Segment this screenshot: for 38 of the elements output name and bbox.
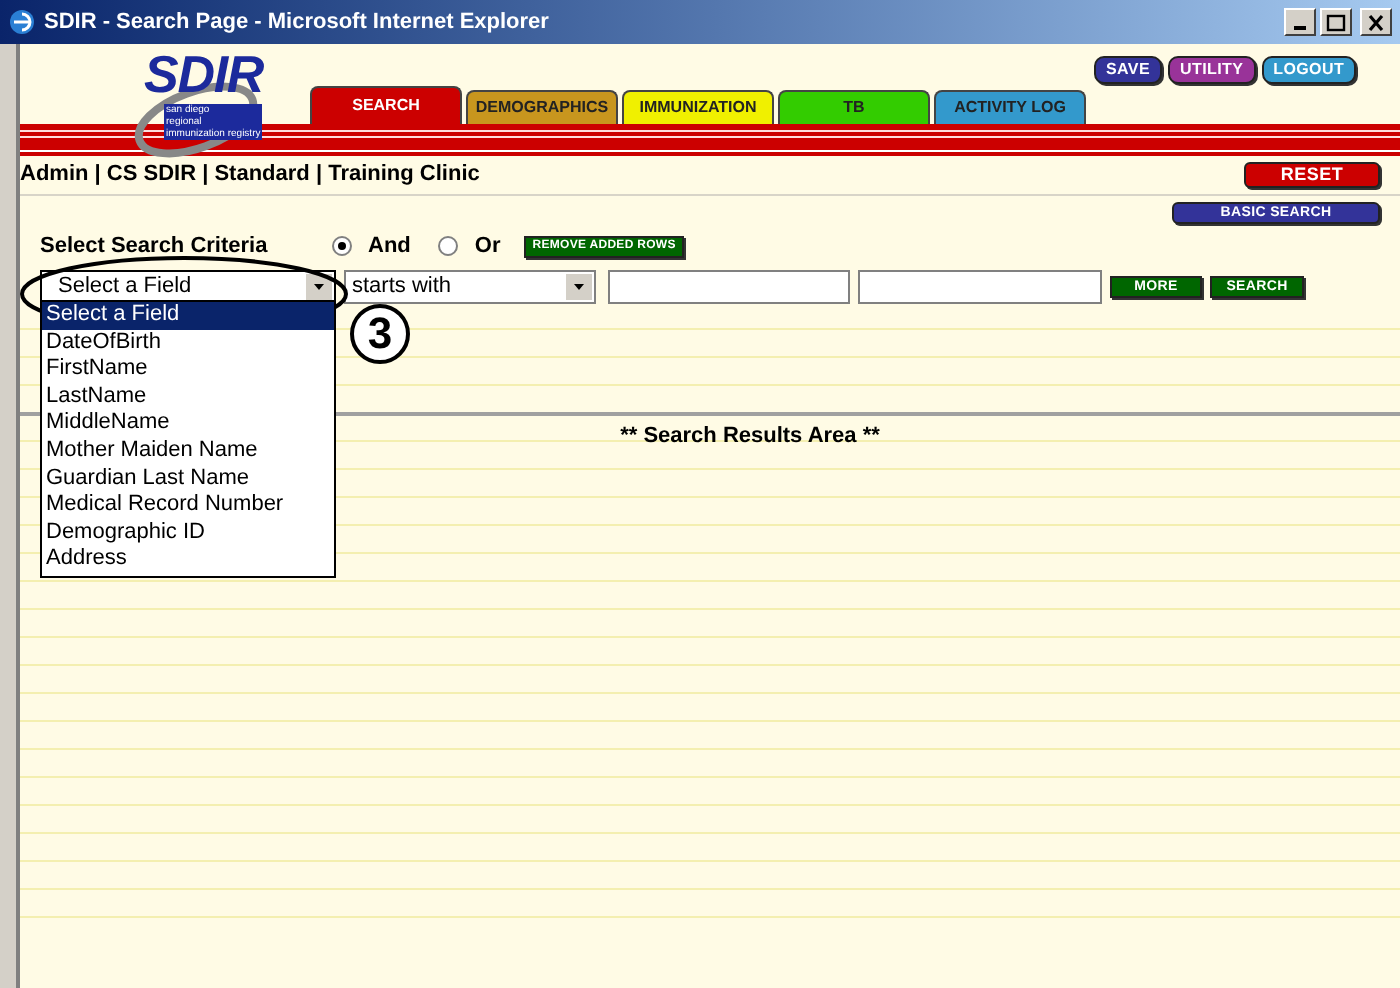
radio-label: And [368, 231, 411, 262]
nav-tab[interactable]: SEARCH [310, 86, 462, 124]
field-select[interactable]: Select a Field [40, 269, 336, 303]
dropdown-option[interactable]: DateOfBirth [42, 329, 334, 357]
input-field[interactable] [608, 269, 850, 303]
nav-tab[interactable]: IMMUNIZATION [622, 90, 774, 124]
close-button[interactable] [1360, 8, 1392, 36]
criteria-label: Select Search Criteria [40, 231, 270, 262]
maximize-icon [1326, 13, 1346, 31]
reset-button[interactable]: RESET [1244, 162, 1380, 188]
dropdown-option[interactable]: Guardian Last Name [42, 465, 334, 493]
radio-button[interactable] [332, 236, 352, 256]
dropdown-option[interactable]: Medical Record Number [42, 492, 334, 520]
radio-button[interactable] [438, 236, 459, 256]
dropdown-option[interactable]: FirstName [42, 356, 334, 384]
close-icon [1366, 13, 1386, 31]
browser-icon [8, 8, 36, 36]
results-heading: ** Search Results Area ** [620, 422, 880, 452]
dropdown-option[interactable]: LastName [42, 383, 334, 411]
dropdown-option[interactable]: Address [42, 546, 334, 574]
minimize-button[interactable] [1284, 8, 1316, 36]
annotation-number: 3 [350, 304, 410, 364]
nav-button[interactable]: UTILITY [1168, 56, 1256, 84]
maximize-button[interactable] [1320, 8, 1352, 36]
window-title: SDIR - Search Page - Microsoft Internet Explorer [44, 7, 549, 38]
radio-label: Or [474, 231, 501, 262]
nav-tab[interactable]: TB [778, 90, 930, 124]
dropdown-option[interactable]: MiddleName [42, 410, 334, 438]
dropdown-option[interactable]: Demographic ID [42, 519, 334, 547]
minimize-icon [1294, 26, 1306, 30]
nav-tab[interactable]: DEMOGRAPHICS [466, 90, 618, 124]
nav-tab[interactable]: ACTIVITY LOG [934, 90, 1086, 124]
operator-select[interactable]: starts with [344, 269, 596, 303]
input-field[interactable] [858, 269, 1102, 303]
nav-button[interactable]: SAVE [1094, 56, 1162, 84]
user-info: Admin | CS SDIR | Standard | Training Clinic [20, 160, 480, 191]
dropdown-option[interactable]: Select a Field [42, 302, 334, 330]
dropdown-option[interactable]: Mother Maiden Name [42, 437, 334, 466]
